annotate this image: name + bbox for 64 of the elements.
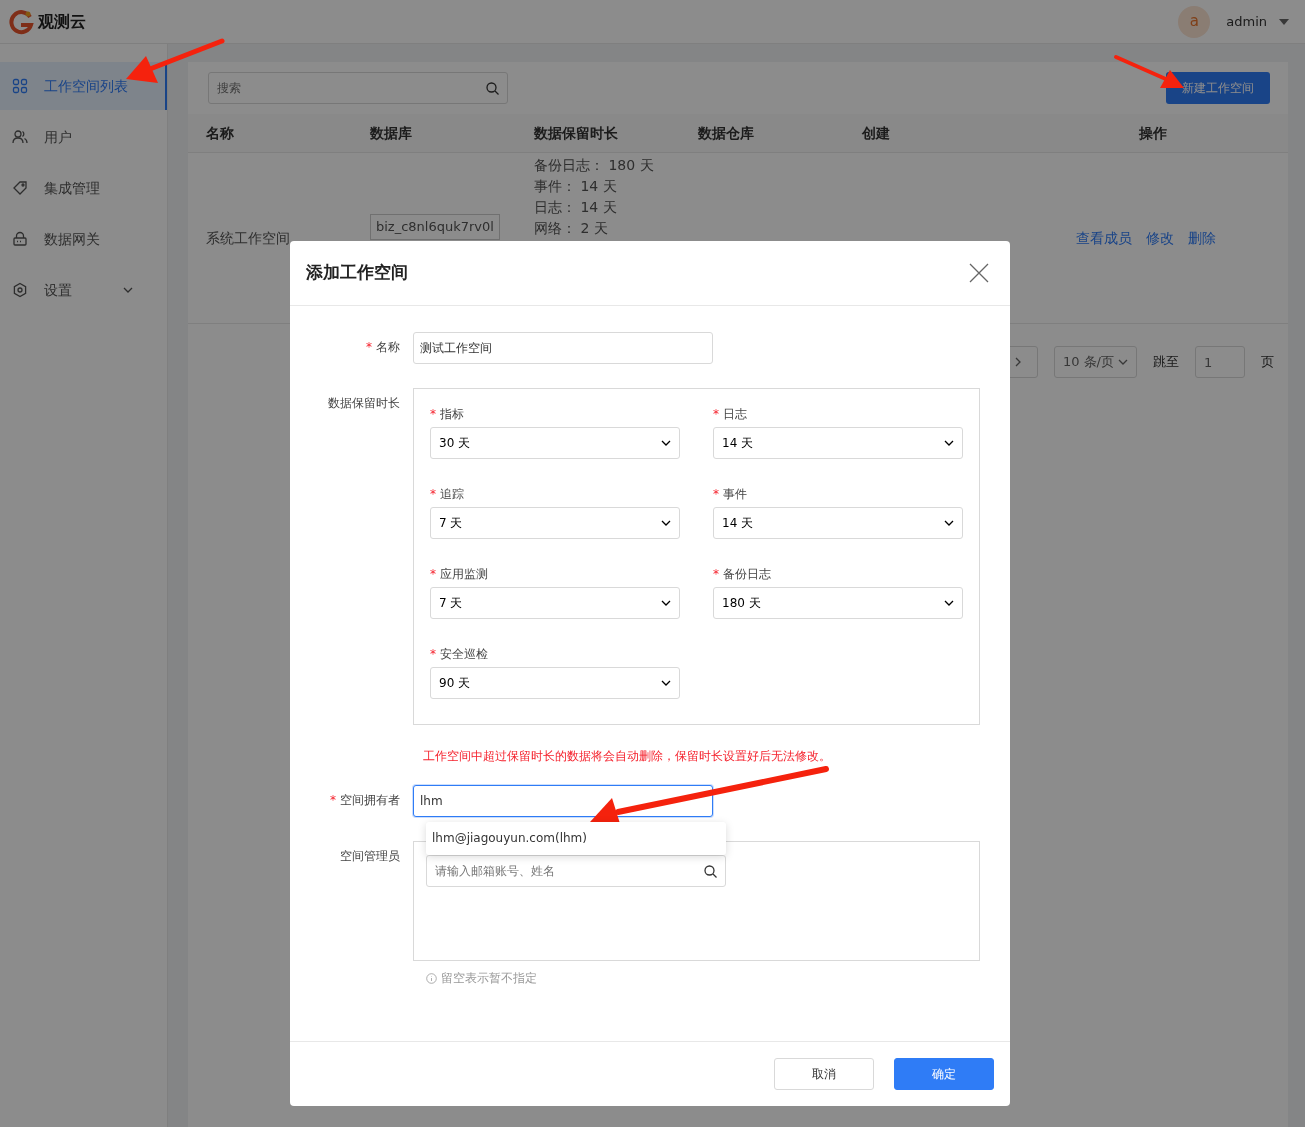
logo-text: 观测云 <box>38 10 86 33</box>
required-mark: * <box>713 567 719 581</box>
action-link[interactable]: 修改 <box>1146 227 1174 249</box>
field-label: 空间管理员 <box>340 849 400 863</box>
field-label: 安全巡检 <box>440 647 488 661</box>
retention-line: 备份日志： 180 天 <box>534 156 654 175</box>
column-header: 操作 <box>1139 123 1167 143</box>
required-mark: * <box>366 340 372 354</box>
field-label: 应用监测 <box>440 567 488 581</box>
confirm-button[interactable]: 确定 <box>894 1058 994 1090</box>
column-header: 创建 <box>862 123 890 143</box>
sidebar-item[interactable]: 用户 <box>0 113 167 161</box>
table-cell-text: 系统工作空间 <box>206 228 290 248</box>
field-label: 指标 <box>440 407 464 421</box>
owner-field[interactable]: lhm <box>413 785 713 817</box>
search-field[interactable]: 搜索 <box>208 72 508 104</box>
field-label: 追踪 <box>440 487 464 501</box>
column-header: 数据仓库 <box>698 123 754 143</box>
field-label: 数据保留时长 <box>328 396 400 410</box>
field-label: 空间拥有者 <box>340 793 400 807</box>
field-label: 备份日志 <box>723 567 771 581</box>
sidebar-item[interactable]: 数据网关 <box>0 215 167 263</box>
retention-line: 事件： 14 天 <box>534 177 617 196</box>
select-field[interactable]: 90 天 <box>430 667 680 699</box>
admin-search-field[interactable]: 请输入邮箱账号、姓名 <box>426 855 726 887</box>
action-link[interactable]: 删除 <box>1188 227 1216 249</box>
user-name[interactable]: admin <box>1226 11 1267 32</box>
select-field[interactable]: 30 天 <box>430 427 680 459</box>
avatar: a <box>1178 5 1211 38</box>
column-header: 数据库 <box>370 123 412 143</box>
page-size-select[interactable]: 10 条/页 <box>1053 346 1137 378</box>
hint-text: 留空表示暂不指定 <box>441 970 537 987</box>
warning-text: 工作空间中超过保留时长的数据将会自动删除，保留时长设置好后无法修改。 <box>422 748 832 765</box>
sidebar-item[interactable]: 集成管理 <box>0 164 167 212</box>
action-link[interactable]: 查看成员 <box>1076 227 1132 249</box>
required-mark: * <box>430 567 436 581</box>
name-field[interactable]: 测试工作空间 <box>413 332 713 364</box>
jump-label: 跳至 <box>1153 353 1179 372</box>
column-header: 名称 <box>206 123 234 143</box>
required-mark: * <box>430 647 436 661</box>
select-field[interactable]: 7 天 <box>430 587 680 619</box>
suggestion-option[interactable]: lhm@jiagouyun.com(lhm) <box>426 822 726 854</box>
retention-line: 日志： 14 天 <box>534 198 617 217</box>
new-workspace-button[interactable]: 新建工作空间 <box>1166 72 1270 104</box>
required-mark: * <box>430 487 436 501</box>
required-mark: * <box>713 407 719 421</box>
field-label: 事件 <box>723 487 747 501</box>
column-header: 数据保留时长 <box>534 123 618 143</box>
required-mark: * <box>430 407 436 421</box>
cancel-button[interactable]: 取消 <box>774 1058 874 1090</box>
select-field[interactable]: 14 天 <box>713 427 963 459</box>
required-mark: * <box>713 487 719 501</box>
retention-line: 网络： 2 天 <box>534 219 608 238</box>
database-tag: biz_c8nl6quk7rv0l <box>370 214 500 240</box>
select-field[interactable]: 180 天 <box>713 587 963 619</box>
page-input[interactable]: 1 <box>1195 346 1245 378</box>
required-mark: * <box>330 793 336 807</box>
select-field[interactable]: 14 天 <box>713 507 963 539</box>
page-suffix: 页 <box>1261 353 1274 372</box>
sidebar-item[interactable]: 设置 <box>0 266 167 314</box>
modal-title: 添加工作空间 <box>306 261 408 285</box>
select-field[interactable]: 7 天 <box>430 507 680 539</box>
field-label: 日志 <box>723 407 747 421</box>
field-label: 名称 <box>376 340 400 354</box>
